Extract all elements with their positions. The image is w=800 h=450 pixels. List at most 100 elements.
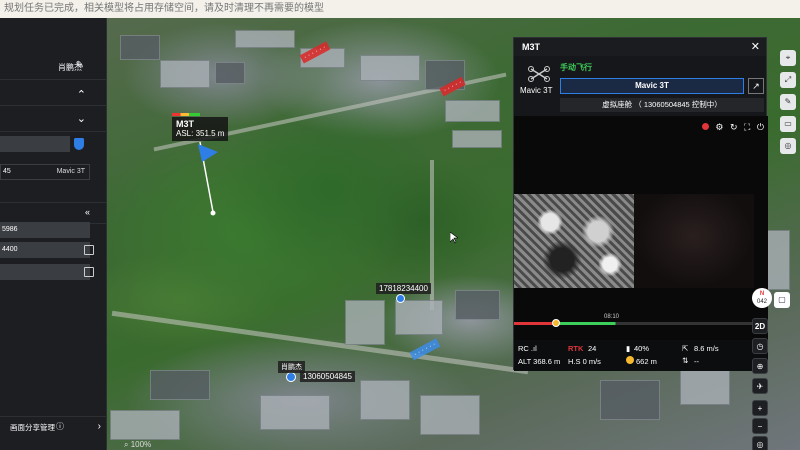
phone-field-2[interactable]: 4400 bbox=[0, 242, 90, 258]
info-icon[interactable]: ⓘ bbox=[56, 421, 64, 432]
compass[interactable]: N 042 bbox=[752, 288, 772, 308]
shield-icon bbox=[74, 138, 84, 150]
control-text: 虚拟座舱 （ 13060504845 控制中） bbox=[602, 100, 722, 109]
phone-field-1[interactable]: 5986 bbox=[0, 222, 90, 238]
building bbox=[600, 380, 660, 420]
device-select[interactable] bbox=[0, 136, 70, 152]
distance-value: 662 m bbox=[636, 357, 657, 366]
search-icon[interactable]: ⌕ bbox=[124, 440, 128, 449]
rtk-label: RTK bbox=[568, 344, 584, 353]
share-button[interactable]: ↗ bbox=[748, 78, 764, 94]
drone-heading-icon[interactable] bbox=[194, 142, 220, 164]
drone-window-header: M3T ✕ bbox=[514, 38, 766, 56]
settings-icon[interactable]: ⚙ bbox=[715, 122, 723, 132]
pilot-pin-1[interactable] bbox=[396, 294, 405, 303]
locate-icon[interactable]: ⊕ bbox=[752, 358, 768, 374]
expand-icon[interactable] bbox=[84, 245, 94, 255]
zoom-out-button[interactable]: − bbox=[752, 418, 768, 434]
battery-icon: ▮ bbox=[626, 344, 631, 353]
drone-window-title: M3T bbox=[522, 42, 540, 52]
section-row-1[interactable]: ⌃ bbox=[0, 84, 106, 106]
zoom-in-button[interactable]: + bbox=[752, 400, 768, 416]
drone-tag[interactable]: M3T ASL: 351.5 m bbox=[172, 117, 229, 141]
drone-model: Mavic 3T bbox=[520, 86, 553, 95]
building bbox=[445, 100, 500, 122]
notice-bar: 规划任务已完成，相关模型将占用存储空间，请及时清理不再需要的模型 bbox=[0, 0, 800, 18]
pilot-pin-2[interactable] bbox=[286, 372, 296, 382]
pilot2-phone: 13060504845 bbox=[300, 371, 355, 382]
view-2d-button[interactable]: 2D bbox=[752, 318, 768, 334]
building bbox=[395, 300, 443, 335]
close-icon[interactable]: ✕ bbox=[751, 38, 760, 56]
target-tool[interactable]: ◎ bbox=[780, 138, 796, 154]
gps-icon[interactable]: ◎ bbox=[752, 436, 768, 450]
device-drone: Mavic 3T bbox=[56, 168, 85, 175]
video-dark-area bbox=[634, 194, 754, 288]
zoom-indicator: ⌕ 100% bbox=[124, 440, 151, 450]
building bbox=[235, 30, 295, 48]
drone-tag-bar bbox=[172, 113, 200, 116]
building bbox=[345, 300, 385, 345]
comment-tool[interactable]: ▢ bbox=[774, 292, 790, 308]
record-icon[interactable] bbox=[701, 123, 709, 130]
edit-icon[interactable]: ✎ bbox=[76, 60, 84, 71]
rtk-value: 24 bbox=[588, 344, 597, 353]
thermal-image bbox=[514, 194, 634, 288]
refresh-icon[interactable]: ↻ bbox=[730, 122, 738, 132]
zoom-value: 100% bbox=[130, 440, 152, 449]
drone-center-icon[interactable]: ✈ bbox=[752, 378, 768, 394]
section-row-2[interactable]: ⌄ bbox=[0, 110, 106, 132]
speed-icon: ⇱ bbox=[682, 344, 689, 353]
drone-info: Mavic 3T 手动飞行 Mavic 3T ↗ 虚拟座舱 （ 13060504… bbox=[514, 56, 766, 116]
map-layer-tool[interactable]: ⌖ bbox=[780, 50, 796, 66]
control-bar[interactable]: 虚拟座舱 （ 13060504845 控制中） bbox=[560, 98, 764, 112]
status-bar: RC .ıl RTK 24 ▮ 40% ⇱ 8.6 m/s ALT 368.6 … bbox=[514, 340, 768, 371]
device-info-row: 45 Mavic 3T bbox=[0, 164, 90, 180]
video-feed[interactable]: ⚙ ↻ ⛶ ⏻ 08:10 bbox=[514, 116, 768, 340]
horizontal-speed: H.S 0 m/s bbox=[568, 357, 601, 366]
measure-tool[interactable]: ⤢ bbox=[780, 72, 796, 88]
speed-value: 8.6 m/s bbox=[694, 344, 719, 353]
vertical-speed-icon: ⇅ bbox=[682, 356, 689, 365]
empty-field[interactable] bbox=[0, 264, 90, 280]
timeline-time: 08:10 bbox=[604, 314, 620, 320]
mouse-cursor-icon bbox=[450, 232, 458, 244]
compass-value: 042 bbox=[756, 299, 767, 305]
user-row: 肖鹏杰 ✎ bbox=[0, 56, 106, 80]
building bbox=[160, 60, 210, 88]
rc-signal: RC .ıl bbox=[518, 344, 537, 353]
building bbox=[120, 35, 160, 60]
building bbox=[420, 395, 480, 435]
footer-row[interactable]: 画面分享管理 ⓘ › bbox=[0, 416, 107, 438]
chevron-down-icon[interactable]: ⌄ bbox=[77, 112, 86, 125]
video-toolbar: ⚙ ↻ ⛶ ⏻ bbox=[701, 122, 764, 133]
building bbox=[360, 380, 410, 420]
home-icon bbox=[626, 356, 634, 364]
building bbox=[455, 290, 500, 320]
compass-letter: N bbox=[759, 291, 765, 297]
altitude: ALT 368.6 m bbox=[518, 357, 561, 366]
device-code: 45 bbox=[3, 168, 11, 175]
battery-value: 40% bbox=[634, 344, 650, 353]
draw-tool[interactable]: ✎ bbox=[780, 94, 796, 110]
timeline-knob[interactable] bbox=[552, 319, 560, 327]
building bbox=[150, 370, 210, 400]
pilot1-phone: 17818234400 bbox=[376, 283, 431, 294]
section-row-3[interactable]: « bbox=[0, 202, 106, 224]
fullscreen-icon[interactable]: ⛶ bbox=[744, 122, 750, 132]
expand-icon[interactable] bbox=[84, 267, 94, 277]
chevron-right-icon[interactable]: › bbox=[98, 421, 101, 432]
building bbox=[110, 410, 180, 440]
building bbox=[215, 62, 245, 84]
area-tool[interactable]: ▭ bbox=[780, 116, 796, 132]
drone-window: M3T ✕ Mavic 3T 手动飞行 Mavic 3T ↗ 虚拟座舱 （ 13… bbox=[513, 37, 768, 371]
chevron-double-left-icon[interactable]: « bbox=[85, 207, 90, 217]
notice-text: 规划任务已完成，相关模型将占用存储空间，请及时清理不再需要的模型 bbox=[4, 3, 324, 14]
chevron-up-icon[interactable]: ⌃ bbox=[77, 88, 86, 101]
clock-icon[interactable]: ◷ bbox=[752, 338, 768, 354]
device-name-box[interactable]: Mavic 3T bbox=[560, 78, 744, 94]
power-icon[interactable]: ⏻ bbox=[757, 122, 764, 132]
footer-label: 画面分享管理 bbox=[10, 423, 55, 432]
road bbox=[111, 310, 529, 375]
flight-mode: 手动飞行 bbox=[560, 63, 592, 72]
